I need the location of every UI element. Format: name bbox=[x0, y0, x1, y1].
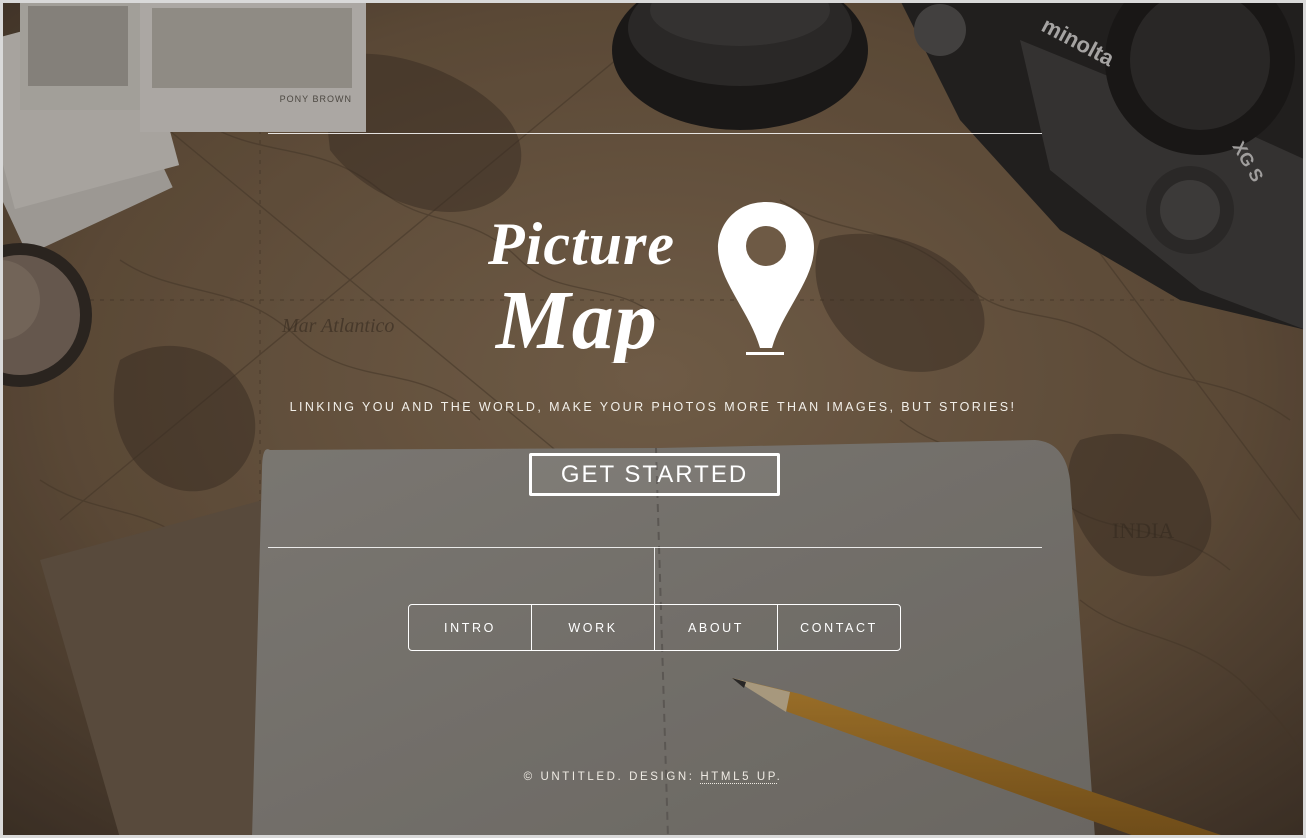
top-divider bbox=[268, 133, 1042, 134]
footer-credit-link[interactable]: HTML5 UP bbox=[700, 771, 777, 784]
logo-mark: Picture Map bbox=[487, 202, 814, 367]
main-nav: INTRO WORK ABOUT CONTACT bbox=[408, 604, 901, 651]
nav-item-intro[interactable]: INTRO bbox=[409, 605, 532, 650]
nav-item-work[interactable]: WORK bbox=[532, 605, 655, 650]
nav-item-contact[interactable]: CONTACT bbox=[778, 605, 900, 650]
get-started-button[interactable]: GET STARTED bbox=[529, 453, 780, 496]
logo-word-map: Map bbox=[494, 274, 658, 363]
tagline: LINKING YOU AND THE WORLD, MAKE YOUR PHO… bbox=[289, 400, 1017, 414]
dark-overlay bbox=[0, 0, 1306, 838]
footer-end: . bbox=[776, 771, 783, 783]
logo-word-picture: Picture bbox=[487, 211, 675, 277]
middle-divider bbox=[268, 547, 1042, 548]
background-photo: Mar Atlantico INDIA PONY BROWN minolta X… bbox=[0, 0, 1306, 838]
connector-line bbox=[654, 547, 655, 604]
logo: Picture Map bbox=[484, 198, 834, 367]
nav-item-about[interactable]: ABOUT bbox=[655, 605, 778, 650]
map-pin-icon bbox=[718, 202, 814, 355]
landing-page: Mar Atlantico INDIA PONY BROWN minolta X… bbox=[0, 0, 1306, 838]
footer-copyright: © UNTITLED. DESIGN: bbox=[523, 771, 701, 783]
footer: © UNTITLED. DESIGN: HTML5 UP. bbox=[0, 771, 1306, 784]
